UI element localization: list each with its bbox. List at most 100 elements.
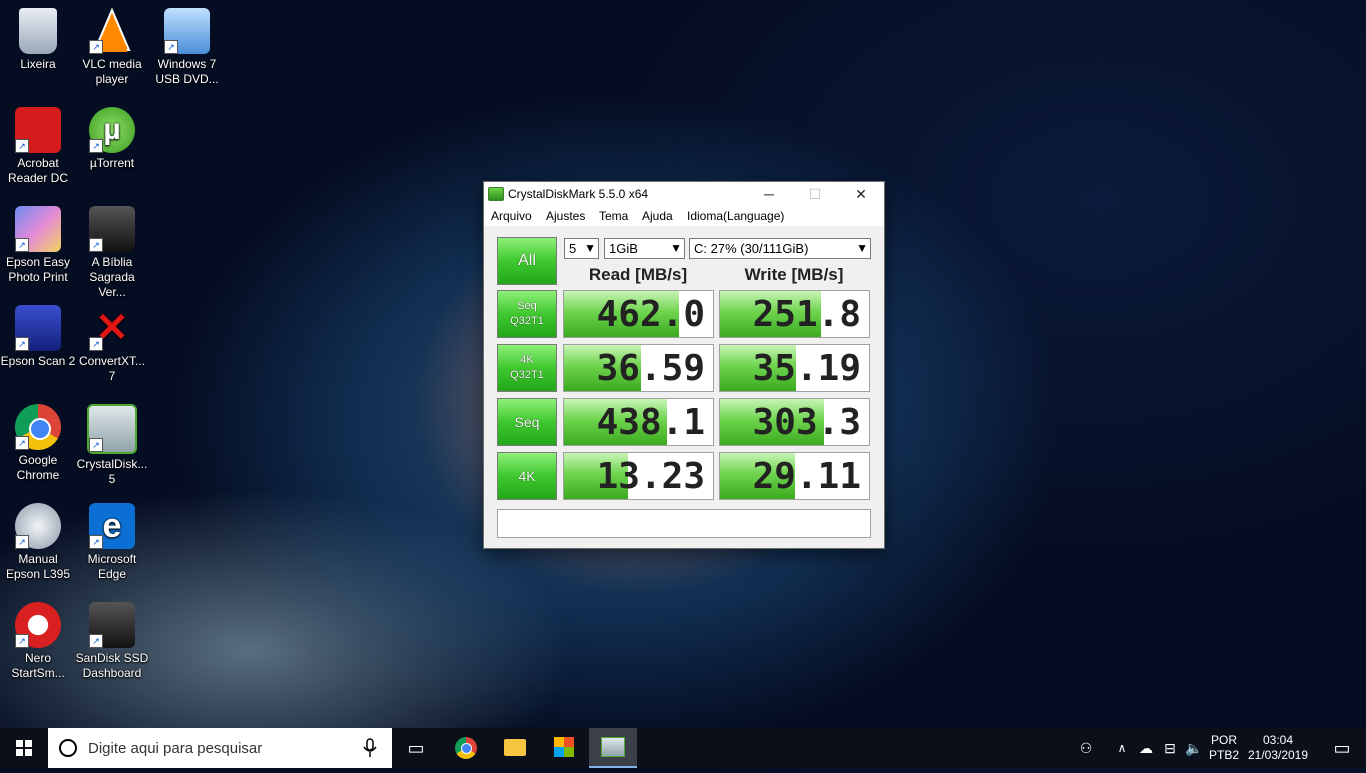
shortcut-arrow-icon: ↗ [89,337,103,351]
read-value: 36.59 [596,348,705,389]
desktop-icon-epson-scan[interactable]: ↗ Epson Scan 2 [0,305,76,369]
desktop-icon-sandisk[interactable]: ↗ SanDisk SSD Dashboard [74,602,150,681]
desktop-icon-acrobat[interactable]: ↗ Acrobat Reader DC [0,107,76,186]
test-button-seq[interactable]: Seq [497,398,557,446]
desktop-icon-label: ConvertXT... 7 [78,354,146,383]
utorrent-icon: µ ↗ [89,107,135,153]
minimize-button[interactable]: ─ [746,182,792,206]
crystaldiskmark-window[interactable]: CrystalDiskMark 5.5.0 x64 ─ ☐ ✕ Arquivo … [483,181,885,549]
desktop-icon-label: CrystalDisk... 5 [76,457,148,486]
row-label-line2: Q32T1 [510,369,544,381]
read-header: Read [MB/s] [588,265,688,284]
all-button[interactable]: All [497,237,557,285]
windows-logo-icon [16,740,32,756]
shortcut-arrow-icon: ↗ [15,238,29,252]
test-button-seq-q32t1[interactable]: Seq Q32T1 [497,290,557,338]
desktop-icon-edge[interactable]: e ↗ Microsoft Edge [74,503,150,582]
shortcut-arrow-icon: ↗ [89,40,103,54]
acrobat-icon: ↗ [15,107,61,153]
close-button[interactable]: ✕ [838,182,884,206]
shortcut-arrow-icon: ↗ [164,40,178,54]
chevron-down-icon: ▼ [856,241,868,255]
taskbar: Digite aqui para pesquisar ▭ ⚇ ∧ ☁ ⊟ 🔈 P… [0,728,1366,768]
write-result-4k-q32t1: 35.19 [719,344,870,392]
store-icon[interactable] [540,728,588,768]
title-bar[interactable]: CrystalDiskMark 5.5.0 x64 ─ ☐ ✕ [484,182,884,206]
shortcut-arrow-icon: ↗ [15,436,29,450]
taskbar-search-box[interactable]: Digite aqui para pesquisar [48,728,392,768]
people-icon[interactable]: ⚇ [1064,728,1108,768]
cortana-icon [59,739,77,757]
network-icon[interactable]: ⊟ [1158,728,1182,768]
test-button-4k-q32t1[interactable]: 4K Q32T1 [497,344,557,392]
desktop-icon-manual[interactable]: ↗ Manual Epson L395 [0,503,76,582]
desktop-icon-convertx[interactable]: ✕ ↗ ConvertXT... 7 [74,305,150,384]
write-value: 35.19 [752,348,861,389]
chevron-up-icon[interactable]: ∧ [1110,728,1134,768]
window-title: CrystalDiskMark 5.5.0 x64 [508,187,649,201]
test-button-4k[interactable]: 4K [497,452,557,500]
read-value: 13.23 [596,456,705,497]
desktop-icon-epson-photo[interactable]: ↗ Epson Easy Photo Print [0,206,76,285]
action-center-icon[interactable]: ▭ [1318,728,1366,768]
clock[interactable]: 03:04 21/03/2019 [1244,733,1312,763]
chrome-taskbar-icon[interactable] [442,728,490,768]
write-value: 29.11 [752,456,861,497]
onedrive-icon[interactable]: ☁ [1134,728,1158,768]
read-result-seq: 438.1 [563,398,714,446]
row-label-line1: 4K [518,467,536,484]
volume-icon[interactable]: 🔈 [1182,728,1206,768]
shortcut-arrow-icon: ↗ [89,238,103,252]
desktop-icon-label: µTorrent [89,156,135,170]
chrome-icon: ↗ [15,404,61,450]
desktop-icon-windows-usb[interactable]: ↗ Windows 7 USB DVD... [149,8,225,87]
menu-arquivo[interactable]: Arquivo [491,209,532,223]
keyboard-layout: PTB2 [1208,748,1239,762]
comment-field[interactable] [497,509,871,538]
desktop-icon-label: Nero StartSm... [11,651,65,680]
nero-icon: ↗ [15,602,61,648]
test-count-select[interactable]: 5 ▼ [564,238,599,259]
microphone-icon[interactable] [362,738,378,758]
task-view-icon[interactable]: ▭ [392,728,440,768]
desktop-icon-label: Epson Scan 2 [0,354,76,368]
vlc-icon: ↗ [89,7,135,54]
row-label-line1: Seq [514,413,540,430]
crystaldisk-taskbar-icon[interactable] [589,728,637,768]
desktop-icon-chrome[interactable]: ↗ Google Chrome [0,404,76,483]
menu-idioma[interactable]: Idioma(Language) [687,209,784,223]
menu-tema[interactable]: Tema [599,209,628,223]
test-size-select[interactable]: 1GiB ▼ [604,238,685,259]
clock-date: 21/03/2019 [1247,748,1309,762]
crystaldisk-icon: ↗ [87,404,137,454]
maximize-button[interactable]: ☐ [792,182,838,206]
menu-ajuda[interactable]: Ajuda [642,209,673,223]
start-button[interactable] [0,728,48,768]
shortcut-arrow-icon: ↗ [15,535,29,549]
row-label-line2: Q32T1 [510,315,544,327]
desktop-icon-label: Lixeira [20,57,56,71]
write-result-4k: 29.11 [719,452,870,500]
desktop-icon-recycle-bin[interactable]: Lixeira [0,8,76,72]
shortcut-arrow-icon: ↗ [89,438,103,452]
write-value: 303.3 [752,402,861,443]
desktop-icon-crystaldisk[interactable]: ↗ CrystalDisk... 5 [74,404,150,487]
desktop-icon-label: SanDisk SSD Dashboard [75,651,149,680]
menu-ajustes[interactable]: Ajustes [546,209,585,223]
desktop-icon-label: Microsoft Edge [87,552,137,581]
desktop-icon-bible[interactable]: ↗ A Bíblia Sagrada Ver... [74,206,150,300]
write-result-seq-q32t1: 251.8 [719,290,870,338]
menu-bar: Arquivo Ajustes Tema Ajuda Idioma(Langua… [484,206,884,226]
read-result-4k: 13.23 [563,452,714,500]
desktop-icon-label: Epson Easy Photo Print [5,255,71,284]
desktop-icon-utorrent[interactable]: µ ↗ µTorrent [74,107,150,171]
desktop-icon-nero[interactable]: ↗ Nero StartSm... [0,602,76,681]
chevron-down-icon: ▼ [670,241,682,255]
drive-value: C: 27% (30/111GiB) [694,241,809,256]
drive-select[interactable]: C: 27% (30/111GiB) ▼ [689,238,871,259]
input-language[interactable]: POR PTB2 [1208,733,1240,763]
desktop-icon-vlc[interactable]: ↗ VLC media player [74,7,150,87]
read-result-seq-q32t1: 462.0 [563,290,714,338]
file-explorer-icon[interactable] [491,728,539,768]
test-size-value: 1GiB [609,241,638,256]
